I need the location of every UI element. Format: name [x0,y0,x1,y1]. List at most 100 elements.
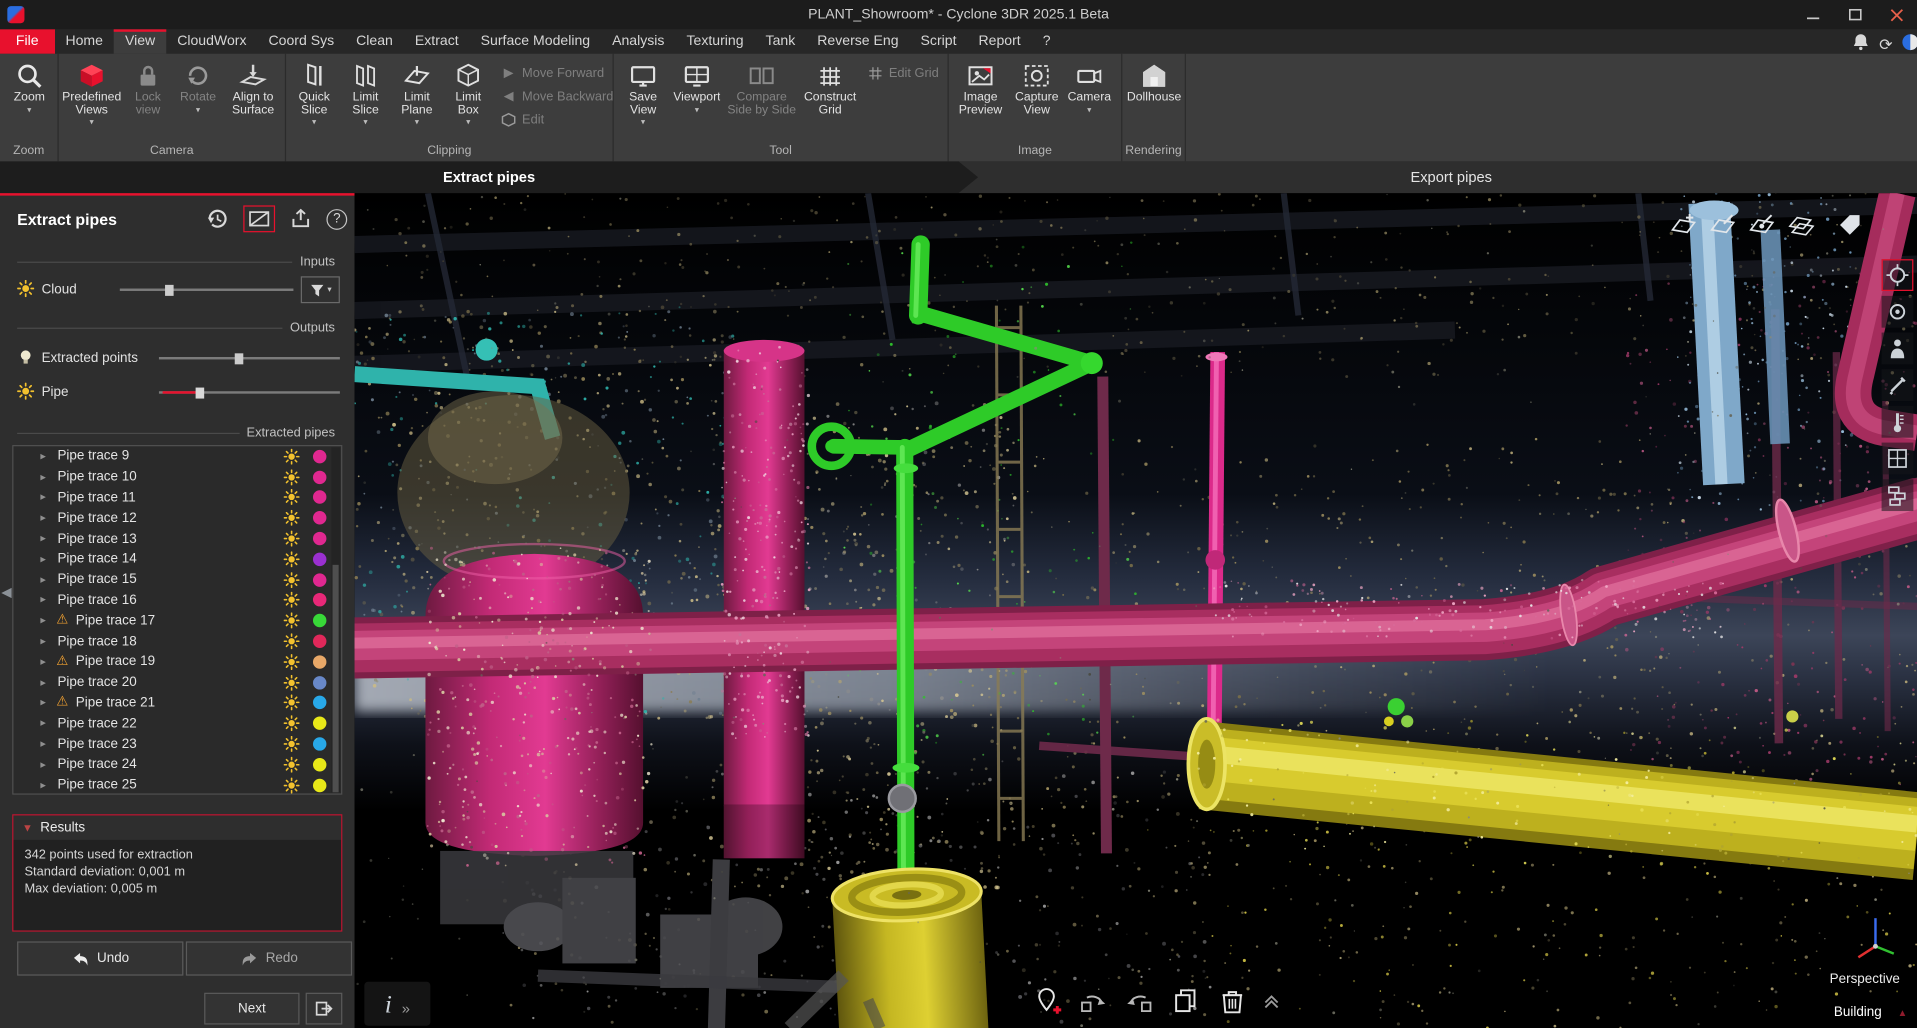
pipe-color-swatch[interactable] [313,450,326,463]
compare-side-by-side-button[interactable]: Compare Side by Side [724,56,800,117]
expand-arrow-icon[interactable]: ▸ [40,614,56,627]
history-button[interactable] [202,205,234,232]
predefined-views-button[interactable]: Predefined Views ▾ [61,56,122,127]
tab-tank[interactable]: Tank [755,29,807,53]
undo-button[interactable]: Undo [17,941,183,975]
pipe-color-swatch[interactable] [313,778,326,791]
pipe-trace-row[interactable]: ▸Pipe trace 23 [13,734,341,755]
visibility-sun-icon[interactable] [284,633,305,649]
pipe-color-swatch[interactable] [313,470,326,483]
pipe-color-slider[interactable] [159,384,340,401]
list-scrollbar[interactable] [331,447,340,792]
visibility-sun-icon[interactable] [284,469,305,485]
rotate-clockwise-button[interactable] [1076,984,1110,1018]
tab-home[interactable]: Home [54,29,114,53]
pipe-trace-row[interactable]: ▸⚠Pipe trace 17 [13,611,341,632]
pipe-trace-row[interactable]: ▸Pipe trace 15 [13,569,341,590]
collapse-toolbar-button[interactable] [1262,984,1282,1018]
ucs-grid-button[interactable] [1882,443,1914,475]
expand-arrow-icon[interactable]: ▸ [40,778,56,791]
delete-button[interactable] [1215,984,1249,1018]
rotate-button[interactable]: Rotate ▾ [174,56,223,114]
pipe-trace-row[interactable]: ▸⚠Pipe trace 19 [13,652,341,673]
export-button[interactable] [285,205,317,232]
walkthrough-person-button[interactable] [1882,333,1914,365]
capture-view-button[interactable]: Capture View [1010,56,1064,117]
pipe-trace-row[interactable]: ▸Pipe trace 12 [13,508,341,529]
expand-arrow-icon[interactable]: ▸ [40,511,56,524]
tab-export-pipes[interactable]: Export pipes [1372,161,1531,193]
visibility-sun-icon[interactable] [284,592,305,608]
projection-mode-label[interactable]: Perspective [1830,972,1900,987]
pipe-color-swatch[interactable] [313,737,326,750]
pipe-color-swatch[interactable] [313,717,326,730]
plane-stack-icon[interactable] [1786,210,1815,239]
tab-coord-sys[interactable]: Coord Sys [257,29,345,53]
tag-icon[interactable] [1835,210,1864,239]
pipe-trace-row[interactable]: ▸Pipe trace 11 [13,487,341,508]
pipe-trace-row[interactable]: ▸Pipe trace 18 [13,631,341,652]
pipe-trace-row[interactable]: ▸Pipe trace 25 [13,775,341,795]
pick-rotation-center-button[interactable] [1882,259,1914,291]
pipe-color-swatch[interactable] [313,676,326,689]
building-dropdown[interactable]: Building ▲ [1824,996,1917,1028]
pipe-color-swatch[interactable] [313,491,326,504]
extracted-points-slider[interactable] [159,350,340,367]
dollhouse-button[interactable]: Dollhouse [1125,56,1184,104]
tab-view[interactable]: View [114,29,166,53]
tab-cloudworx[interactable]: CloudWorx [166,29,257,53]
plane-edit-icon[interactable] [1708,210,1737,239]
tab-extract-pipes[interactable]: Extract pipes [0,161,978,193]
lock-view-button[interactable]: Lock view [122,56,173,117]
extracted-pipes-list[interactable]: ▸Pipe trace 9▸Pipe trace 10▸Pipe trace 1… [12,445,342,795]
expand-arrow-icon[interactable]: ▸ [40,470,56,483]
construct-grid-button[interactable]: Construct Grid [800,56,861,117]
visibility-sun-icon[interactable] [284,510,305,526]
limit-plane-button[interactable]: Limit Plane ▾ [391,56,442,127]
viewport-button[interactable]: Viewport ▾ [670,56,724,114]
cloud-filter-dropdown[interactable]: ▾ [301,276,340,303]
add-point-button[interactable] [1029,984,1063,1018]
pipe-color-swatch[interactable] [313,655,326,668]
pipe-trace-row[interactable]: ▸Pipe trace 20 [13,672,341,693]
visibility-sun-icon[interactable] [284,674,305,690]
info-button[interactable]: i » [364,982,430,1026]
zoom-button[interactable]: Zoom ▾ [2,56,56,114]
visibility-sun-icon[interactable] [284,449,305,465]
pipe-trace-row[interactable]: ▸Pipe trace 10 [13,467,341,488]
axis-gizmo[interactable] [1853,912,1897,967]
plane-draw-icon[interactable] [1747,210,1776,239]
annotate-pen-button[interactable] [1882,369,1914,401]
pipe-trace-row[interactable]: ▸Pipe trace 9 [13,446,341,467]
point-cloud-scene[interactable] [355,193,1917,1028]
pipe-sun-icon[interactable] [17,382,34,403]
plane-add-icon[interactable] [1669,210,1698,239]
pipe-color-swatch[interactable] [313,573,326,586]
sync-icon[interactable]: ⟳ [1879,35,1892,55]
limit-box-button[interactable]: Limit Box ▾ [443,56,494,127]
redo-button[interactable]: Redo [186,941,352,975]
expand-arrow-icon[interactable]: ▸ [40,655,56,668]
pipe-trace-row[interactable]: ▸Pipe trace 24 [13,754,341,775]
expand-arrow-icon[interactable]: ▸ [40,491,56,504]
pipe-color-swatch[interactable] [313,635,326,648]
tab-reverse-eng[interactable]: Reverse Eng [806,29,909,53]
expand-arrow-icon[interactable]: ▸ [40,573,56,586]
measure-thermometer-button[interactable] [1882,406,1914,438]
visibility-sun-icon[interactable] [284,654,305,670]
panel-collapse-arrow[interactable]: ◀ [1,584,11,600]
expand-arrow-icon[interactable]: ▸ [40,532,56,545]
tab-surface-modeling[interactable]: Surface Modeling [470,29,601,53]
expand-arrow-icon[interactable]: ▸ [40,737,56,750]
layers-button[interactable] [1882,479,1914,511]
visibility-sun-icon[interactable] [284,572,305,588]
visibility-sun-icon[interactable] [284,777,305,793]
pipe-color-swatch[interactable] [313,532,326,545]
cloud-opacity-slider[interactable] [120,281,294,298]
pipe-color-swatch[interactable] [313,511,326,524]
visibility-sun-icon[interactable] [284,490,305,506]
visibility-sun-icon[interactable] [284,695,305,711]
minimize-button[interactable] [1792,0,1834,29]
expand-arrow-icon[interactable]: ▸ [40,696,56,709]
close-button[interactable] [1875,0,1917,29]
